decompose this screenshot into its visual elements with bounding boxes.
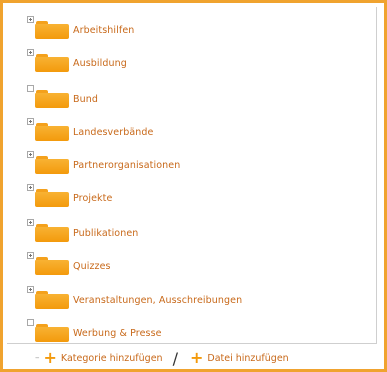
plus-icon[interactable]: + [190,350,203,366]
tree-item-quizzes[interactable]: Quizzes [27,252,111,278]
category-tree-panel: Arbeitshilfen Ausbildung Bund Landesverb… [0,0,387,372]
folder-icon [35,223,71,243]
folder-icon [35,290,71,310]
tree-item-arbeitshilfen[interactable]: Arbeitshilfen [27,16,134,42]
leaf-box-icon [27,319,34,326]
tree-item-projekte[interactable]: Projekte [27,184,112,210]
expand-icon[interactable] [27,118,34,125]
tree-footer-actions: – + Kategorie hinzufügen / + Datei hinzu… [35,348,289,368]
tree-item-partnerorganisationen[interactable]: Partnerorganisationen [27,151,180,177]
leaf-box-icon [27,85,34,92]
tree-item-label[interactable]: Projekte [73,193,112,204]
expand-icon[interactable] [27,286,34,293]
tree-item-label[interactable]: Veranstaltungen, Ausschreibungen [73,295,242,306]
plus-icon[interactable]: + [44,350,57,366]
expand-icon[interactable] [27,219,34,226]
tree-item-label[interactable]: Partnerorganisationen [73,160,180,171]
tree-item-label[interactable]: Arbeitshilfen [73,25,134,36]
tree-item-label[interactable]: Quizzes [73,261,111,272]
folder-icon [35,155,71,175]
expand-icon[interactable] [27,16,34,23]
tree-item-label[interactable]: Werbung & Presse [73,328,162,339]
folder-icon [35,256,71,276]
tree-item-ausbildung[interactable]: Ausbildung [27,49,127,75]
tree-item-bund[interactable]: Bund [27,85,98,111]
tree-item-publikationen[interactable]: Publikationen [27,219,138,245]
folder-icon [35,323,71,343]
folder-icon [35,122,71,142]
add-file-link[interactable]: Datei hinzufügen [207,353,288,364]
folder-icon [35,20,71,40]
folder-icon [35,89,71,109]
tree-item-veranstaltungen[interactable]: Veranstaltungen, Ausschreibungen [27,286,242,312]
tree-item-werbung-presse[interactable]: Werbung & Presse [27,319,162,345]
separator: / [172,348,178,368]
expand-icon[interactable] [27,49,34,56]
add-category-link[interactable]: Kategorie hinzufügen [61,353,163,364]
folder-icon [35,53,71,73]
tree-line-icon: – [35,353,40,363]
tree-item-label[interactable]: Bund [73,94,98,105]
tree-item-label[interactable]: Ausbildung [73,58,127,69]
tree-item-label[interactable]: Publikationen [73,228,138,239]
tree-item-label[interactable]: Landesverbände [73,127,153,138]
expand-icon[interactable] [27,151,34,158]
folder-icon [35,188,71,208]
expand-icon[interactable] [27,184,34,191]
expand-icon[interactable] [27,252,34,259]
tree-item-landesverbaende[interactable]: Landesverbände [27,118,153,144]
